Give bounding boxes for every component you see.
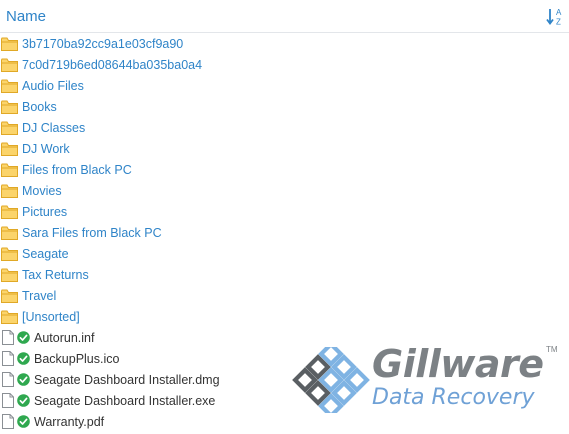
- folder-icon: [1, 268, 18, 282]
- folder-row[interactable]: Tax Returns: [0, 264, 569, 285]
- folder-name[interactable]: Audio Files: [22, 79, 84, 93]
- folder-name[interactable]: Travel: [22, 289, 56, 303]
- file-name[interactable]: Seagate Dashboard Installer.exe: [34, 394, 215, 408]
- watermark-subtitle: Data Recovery: [372, 385, 535, 410]
- folder-icon: [1, 58, 18, 72]
- folder-row[interactable]: Movies: [0, 180, 569, 201]
- file-icon: [2, 372, 14, 387]
- folder-name[interactable]: 7c0d719b6ed08644ba035ba0a4: [22, 58, 202, 72]
- folder-icon: [1, 163, 18, 177]
- sort-alpha-asc-icon[interactable]: A Z: [546, 7, 564, 27]
- recovered-check-icon: [17, 352, 30, 365]
- file-icon: [2, 414, 14, 429]
- folder-name[interactable]: Seagate: [22, 247, 69, 261]
- folder-icon: [1, 184, 18, 198]
- folder-name[interactable]: Files from Black PC: [22, 163, 132, 177]
- file-name[interactable]: Warranty.pdf: [34, 415, 104, 429]
- folder-row[interactable]: [Unsorted]: [0, 306, 569, 327]
- folder-row[interactable]: Travel: [0, 285, 569, 306]
- column-header: Name A Z: [0, 0, 569, 33]
- watermark-trademark: TM: [546, 345, 558, 354]
- folder-name[interactable]: 3b7170ba92cc9a1e03cf9a90: [22, 37, 183, 51]
- folder-icon: [1, 205, 18, 219]
- folder-name[interactable]: Books: [22, 100, 57, 114]
- folder-row[interactable]: Files from Black PC: [0, 159, 569, 180]
- folder-name[interactable]: Sara Files from Black PC: [22, 226, 162, 240]
- folder-row[interactable]: DJ Classes: [0, 117, 569, 138]
- folder-row[interactable]: Audio Files: [0, 75, 569, 96]
- folder-icon: [1, 142, 18, 156]
- watermark-title: Gillware: [372, 342, 544, 386]
- file-name[interactable]: Autorun.inf: [34, 331, 94, 345]
- folder-name[interactable]: Movies: [22, 184, 62, 198]
- folder-row[interactable]: Pictures: [0, 201, 569, 222]
- file-icon: [2, 393, 14, 408]
- recovered-check-icon: [17, 415, 30, 428]
- svg-text:Z: Z: [556, 18, 561, 27]
- file-name[interactable]: Seagate Dashboard Installer.dmg: [34, 373, 220, 387]
- gillware-logo-icon: [292, 347, 370, 413]
- folder-row[interactable]: Sara Files from Black PC: [0, 222, 569, 243]
- gillware-watermark: Gillware TM Data Recovery: [292, 343, 562, 418]
- folder-row[interactable]: 7c0d719b6ed08644ba035ba0a4: [0, 54, 569, 75]
- file-icon: [2, 330, 14, 345]
- folder-icon: [1, 310, 18, 324]
- folder-name[interactable]: Pictures: [22, 205, 67, 219]
- folder-row[interactable]: Seagate: [0, 243, 569, 264]
- name-column-title[interactable]: Name: [6, 8, 46, 25]
- recovered-check-icon: [17, 331, 30, 344]
- folder-icon: [1, 247, 18, 261]
- folder-icon: [1, 289, 18, 303]
- folder-icon: [1, 121, 18, 135]
- folder-row[interactable]: Books: [0, 96, 569, 117]
- folder-icon: [1, 100, 18, 114]
- folder-name[interactable]: DJ Work: [22, 142, 70, 156]
- folder-name[interactable]: Tax Returns: [22, 268, 89, 282]
- folder-name[interactable]: DJ Classes: [22, 121, 85, 135]
- recovered-check-icon: [17, 373, 30, 386]
- folder-row[interactable]: 3b7170ba92cc9a1e03cf9a90: [0, 33, 569, 54]
- file-name[interactable]: BackupPlus.ico: [34, 352, 119, 366]
- recovered-check-icon: [17, 394, 30, 407]
- svg-text:A: A: [556, 8, 562, 17]
- file-icon: [2, 351, 14, 366]
- folder-icon: [1, 37, 18, 51]
- folder-icon: [1, 226, 18, 240]
- folder-row[interactable]: DJ Work: [0, 138, 569, 159]
- file-browser: Name A Z 3b7170ba92cc9a1e03cf9a90 7c0d71…: [0, 0, 569, 434]
- folder-icon: [1, 79, 18, 93]
- folder-name[interactable]: [Unsorted]: [22, 310, 80, 324]
